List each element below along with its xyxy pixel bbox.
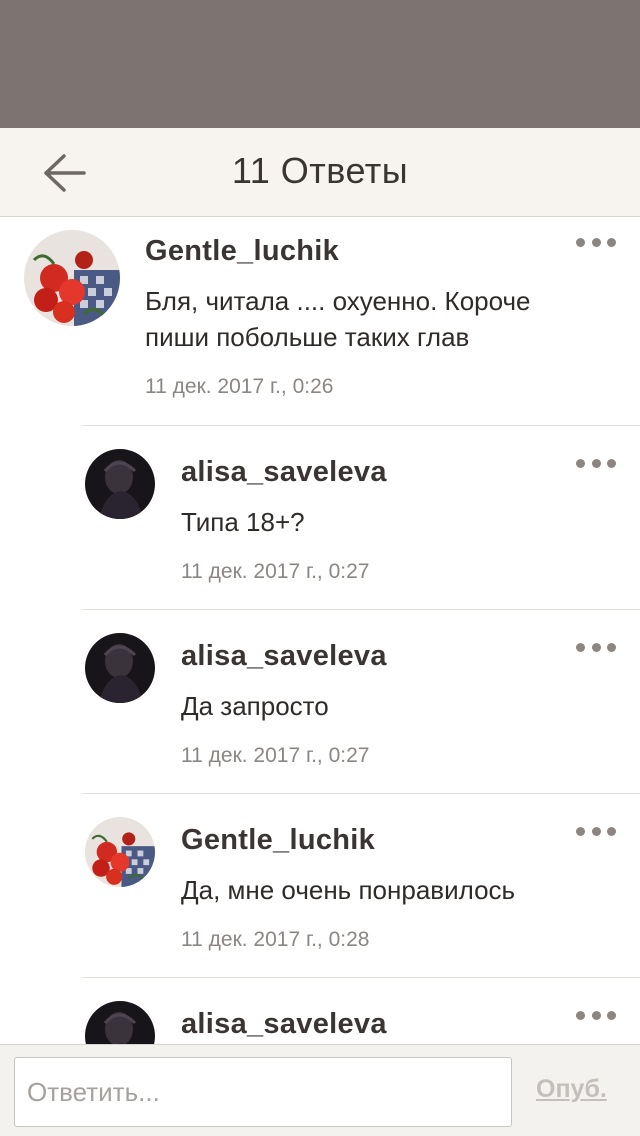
dot-icon [607, 826, 616, 836]
dark-portrait-avatar [85, 1001, 155, 1044]
comment-item: alisa_saveleva [0, 978, 640, 1044]
dark-portrait-avatar [85, 449, 155, 519]
flowers-avatar [24, 230, 120, 326]
comment-username[interactable]: alisa_saveleva [181, 640, 387, 673]
comment-timestamp: 11 дек. 2017 г., 0:28 [181, 928, 370, 951]
page-title: 11 Ответы [231, 150, 409, 191]
comment-timestamp: 11 дек. 2017 г., 0:27 [181, 744, 370, 767]
comment-username[interactable]: Gentle_luchik [181, 824, 375, 857]
status-bar-area [0, 0, 640, 128]
dot-icon [607, 458, 616, 468]
reply-input[interactable] [14, 1057, 512, 1127]
more-options-button[interactable] [576, 821, 616, 841]
more-options-button[interactable] [576, 232, 616, 252]
comment-text: Бля, читала .... охуенно. Короче пиши по… [145, 283, 531, 355]
avatar[interactable] [85, 1001, 155, 1044]
comment-text-line: Типа 18+? [181, 507, 305, 537]
dot-icon [576, 237, 585, 247]
header: 11 Ответы [0, 128, 640, 217]
dot-icon [607, 237, 616, 247]
comment-username[interactable]: Gentle_luchik [145, 235, 339, 268]
dot-icon [607, 642, 616, 652]
avatar[interactable] [85, 449, 155, 519]
comment-text-line: Да запросто [181, 691, 329, 721]
avatar[interactable] [85, 817, 155, 887]
comment-text: Да запросто [181, 688, 329, 724]
dot-icon [591, 237, 601, 247]
comment-username[interactable]: alisa_saveleva [181, 1008, 387, 1041]
comment-item: alisa_saveleva Да запросто 11 дек. 2017 … [0, 610, 640, 793]
comment-timestamp: 11 дек. 2017 г., 0:26 [145, 375, 334, 398]
comment-text: Да, мне очень понравилось [181, 872, 515, 908]
dark-portrait-avatar [85, 633, 155, 703]
reply-bar: Опуб. [0, 1044, 640, 1136]
publish-button[interactable]: Опуб. [536, 1075, 607, 1104]
avatar[interactable] [85, 633, 155, 703]
comment-item: Gentle_luchik Бля, читала .... охуенно. … [0, 217, 640, 425]
reply-thread[interactable]: Gentle_luchik Бля, читала .... охуенно. … [0, 217, 640, 1044]
dot-icon [576, 826, 585, 836]
comment-text: Типа 18+? [181, 504, 305, 540]
more-options-button[interactable] [576, 1005, 616, 1025]
comment-text-line: Бля, читала .... охуенно. Короче [145, 286, 531, 316]
dot-icon [576, 642, 585, 652]
flowers-avatar [85, 817, 155, 887]
comment-item: alisa_saveleva Типа 18+? 11 дек. 2017 г.… [0, 426, 640, 609]
dot-icon [576, 1010, 585, 1020]
more-options-button[interactable] [576, 453, 616, 473]
comment-text-line: Да, мне очень понравилось [181, 875, 516, 905]
dot-icon [607, 1010, 616, 1020]
comment-timestamp: 11 дек. 2017 г., 0:27 [181, 560, 370, 583]
comment-text-line: пиши побольше таких глав [145, 322, 470, 352]
dot-icon [591, 458, 601, 468]
more-options-button[interactable] [576, 637, 616, 657]
comment-username[interactable]: alisa_saveleva [181, 456, 387, 489]
dot-icon [576, 458, 585, 468]
dot-icon [591, 826, 601, 836]
dot-icon [591, 1010, 601, 1020]
dot-icon [591, 642, 601, 652]
avatar[interactable] [24, 230, 120, 326]
comment-item: Gentle_luchik Да, мне очень понравилось … [0, 794, 640, 977]
